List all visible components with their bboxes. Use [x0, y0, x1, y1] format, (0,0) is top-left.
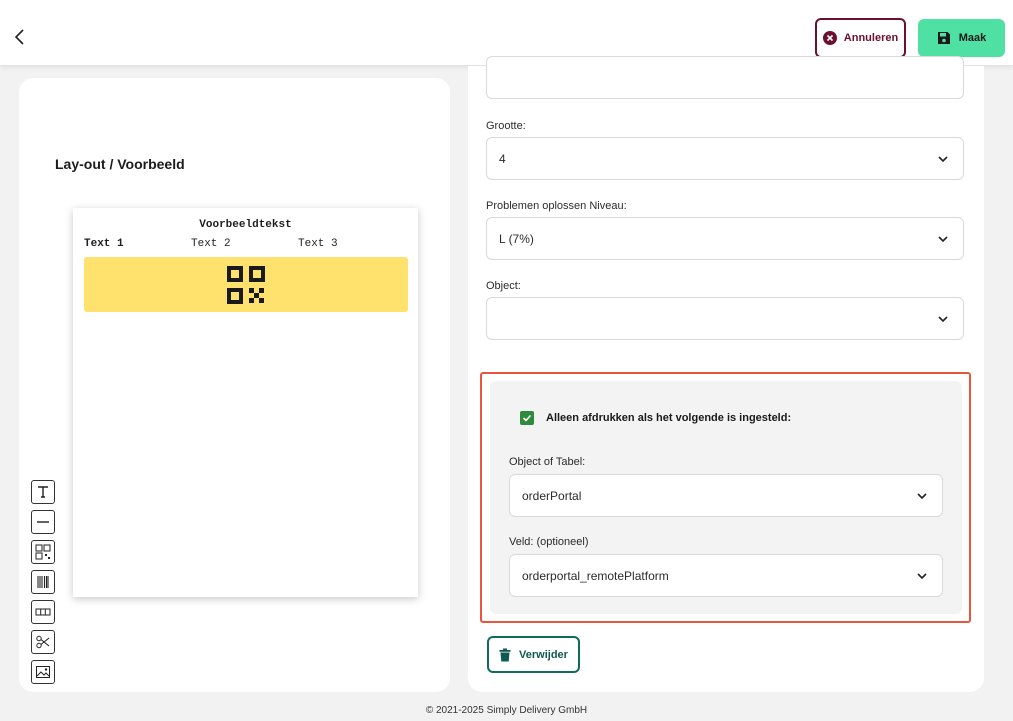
chevron-down-icon	[938, 236, 948, 243]
object-select[interactable]	[486, 297, 964, 340]
chevron-left-icon	[14, 29, 24, 45]
cut-tool[interactable]	[31, 630, 55, 654]
size-label: Grootte:	[486, 120, 526, 132]
barcode-tool[interactable]	[31, 570, 55, 594]
label-preview[interactable]: Voorbeeldtekst Text 1 Text 2 Text 3	[73, 208, 418, 597]
delete-label: Verwijder	[519, 648, 568, 661]
cancel-button[interactable]: Annuleren	[815, 18, 906, 58]
qr-code-icon	[227, 266, 265, 304]
cancel-label: Annuleren	[843, 32, 899, 44]
size-value: 4	[499, 152, 506, 166]
chevron-down-icon	[917, 493, 927, 500]
chevron-down-icon	[917, 573, 927, 580]
preview-text-1: Text 1	[84, 238, 124, 250]
layout-title: Lay-out / Voorbeeld	[55, 156, 185, 172]
size-select[interactable]: 4	[486, 137, 964, 180]
save-label: Maak	[958, 32, 987, 44]
barcode-icon	[37, 576, 49, 588]
scissors-icon	[36, 635, 50, 649]
text-tool[interactable]	[31, 480, 55, 504]
top-input-field[interactable]	[486, 56, 964, 99]
line-icon	[37, 521, 49, 523]
object-table-value: orderPortal	[522, 489, 582, 503]
table-icon	[35, 608, 51, 616]
back-button[interactable]	[8, 25, 32, 49]
delete-button[interactable]: Verwijder	[487, 636, 580, 673]
close-circle-icon	[822, 31, 837, 45]
text-icon	[38, 486, 48, 498]
footer-copyright: © 2021-2025 Simply Delivery GmbH	[425, 705, 588, 716]
chevron-down-icon	[938, 156, 948, 163]
object-table-label: Object of Tabel:	[509, 456, 586, 468]
save-button[interactable]: Maak	[918, 19, 1005, 57]
qr-code-icon	[35, 544, 51, 560]
object-table-select[interactable]: orderPortal	[509, 474, 943, 517]
error-level-value: L (7%)	[499, 232, 534, 246]
error-level-label: Problemen oplossen Niveau:	[486, 200, 627, 212]
line-tool[interactable]	[31, 510, 55, 534]
settings-panel: Grootte: 4 Problemen oplossen Niveau: L …	[468, 56, 984, 692]
table-tool[interactable]	[31, 600, 55, 624]
field-optional-label: Veld: (optioneel)	[509, 536, 589, 548]
save-icon	[937, 32, 950, 44]
preview-qr-area[interactable]	[84, 257, 408, 312]
condition-checkbox[interactable]	[520, 411, 534, 425]
checkmark-icon	[522, 414, 532, 422]
field-optional-value: orderportal_remotePlatform	[522, 569, 669, 583]
preview-text-2: Text 2	[191, 238, 231, 250]
image-tool[interactable]	[31, 660, 55, 684]
chevron-down-icon	[938, 316, 948, 323]
preview-heading: Voorbeeldtekst	[199, 219, 292, 231]
preview-text-3: Text 3	[298, 238, 338, 250]
condition-section: Alleen afdrukken als het volgende is ing…	[490, 381, 962, 614]
layout-panel: Lay-out / Voorbeeld Voorbeeldtekst Text …	[19, 78, 450, 692]
condition-highlight: Alleen afdrukken als het volgende is ing…	[480, 372, 971, 623]
error-level-select[interactable]: L (7%)	[486, 217, 964, 260]
field-optional-select[interactable]: orderportal_remotePlatform	[509, 554, 943, 597]
qr-tool[interactable]	[31, 540, 55, 564]
image-icon	[36, 666, 50, 678]
trash-icon	[499, 648, 511, 661]
object-label: Object:	[486, 280, 521, 292]
condition-checkbox-label: Alleen afdrukken als het volgende is ing…	[546, 412, 792, 424]
